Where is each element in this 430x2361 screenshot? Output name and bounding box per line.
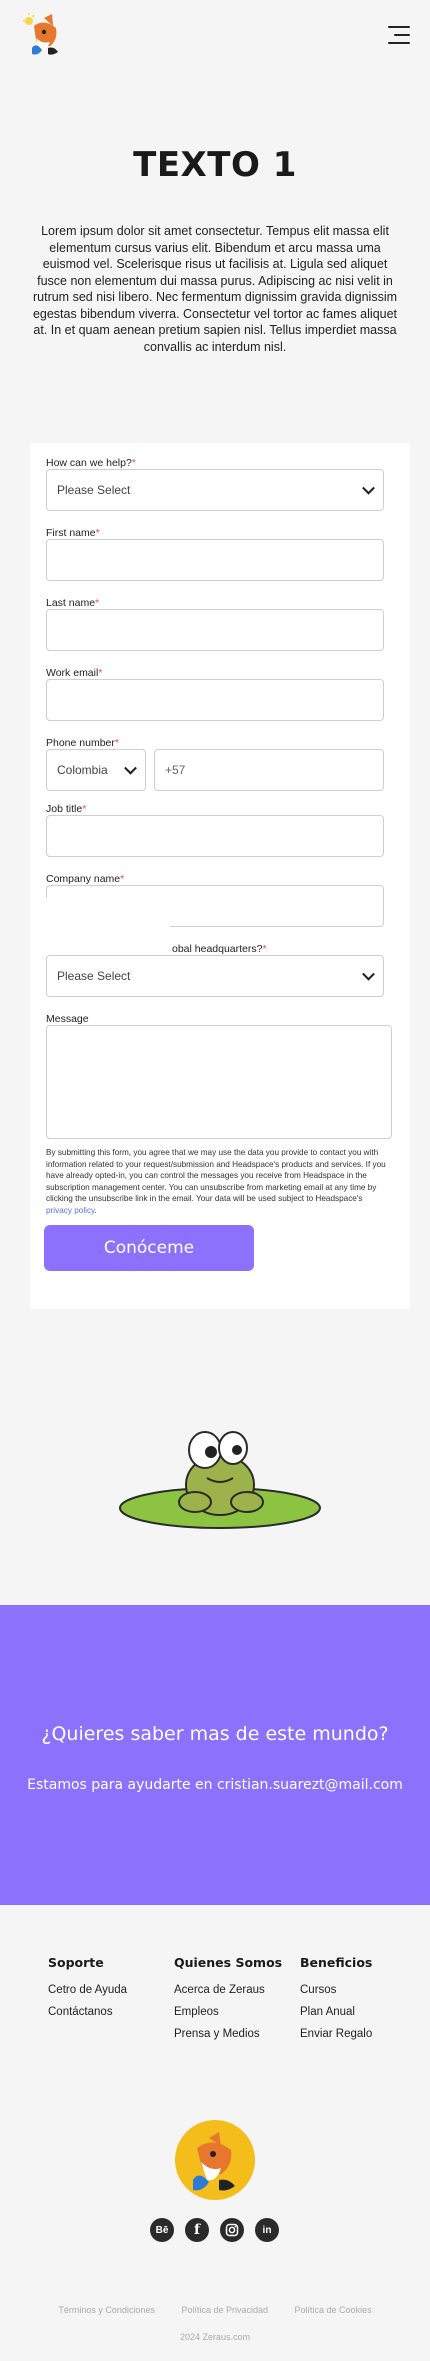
phone-prefix: +57 — [165, 763, 186, 777]
footer-link[interactable]: Enviar Regalo — [300, 2028, 372, 2040]
privacy-policy-link[interactable]: privacy policy — [46, 1206, 95, 1215]
social-links: Bē f in — [150, 2218, 280, 2242]
work-email-field[interactable] — [46, 679, 384, 721]
first-name-label: First name* — [46, 527, 100, 539]
hero-paragraph: Lorem ipsum dolor sit amet consectetur. … — [32, 224, 398, 354]
message-label: Message — [46, 1013, 89, 1025]
legal-links: Términos y Condiciones Política de Priva… — [0, 2305, 430, 2315]
hero-section: TEXTO 1 Lorem ipsum dolor sit amet conse… — [0, 145, 430, 355]
footer-col-soporte: Soporte Cetro de Ayuda Contáctanos — [48, 1955, 127, 2028]
help-select[interactable]: Please Select — [46, 469, 384, 511]
country-select-value: Colombia — [57, 763, 108, 777]
work-email-label: Work email* — [46, 667, 103, 679]
country-select[interactable]: Colombia — [46, 749, 146, 791]
fox-logo-icon[interactable] — [22, 12, 66, 58]
legal-notice: By submitting this form, you agree that … — [46, 1148, 386, 1215]
cookies-link[interactable]: Política de Cookies — [295, 2305, 372, 2315]
last-name-label: Last name* — [46, 597, 100, 609]
help-label: How can we help?* — [46, 457, 136, 469]
footer-link[interactable]: Empleos — [174, 2006, 282, 2018]
site-header — [0, 0, 430, 70]
frog-illustration-icon — [119, 1431, 321, 1529]
fox-badge-icon — [175, 2120, 255, 2200]
facebook-icon[interactable]: f — [185, 2218, 209, 2242]
hero-title: TEXTO 1 — [133, 145, 297, 185]
terms-link[interactable]: Términos y Condiciones — [58, 2305, 155, 2315]
linkedin-icon[interactable]: in — [255, 2218, 279, 2242]
submit-button[interactable]: Conóceme — [44, 1225, 254, 1271]
footer-link[interactable]: Contáctanos — [48, 2006, 127, 2018]
footer-link[interactable]: Cursos — [300, 1984, 372, 1996]
cta-section: ¿Quieres saber mas de este mundo? Estamo… — [0, 1605, 430, 1905]
help-select-value: Please Select — [57, 483, 131, 497]
overlay-mask — [30, 898, 170, 946]
instagram-icon[interactable] — [220, 2218, 244, 2242]
cta-contact[interactable]: Estamos para ayudarte en cristian.suarez… — [0, 1777, 430, 1793]
message-textarea[interactable] — [46, 1025, 392, 1139]
cta-title: ¿Quieres saber mas de este mundo? — [41, 1723, 389, 1745]
phone-label: Phone number* — [46, 737, 119, 749]
behance-icon[interactable]: Bē — [150, 2218, 174, 2242]
footer-link[interactable]: Acerca de Zeraus — [174, 1984, 282, 1996]
privacy-link[interactable]: Política de Privacidad — [181, 2305, 268, 2315]
hq-select-value: Please Select — [57, 969, 131, 983]
contact-form: How can we help?* Please Select First na… — [30, 443, 410, 1309]
chevron-down-icon — [124, 761, 137, 775]
job-title-label: Job title* — [46, 803, 87, 815]
footer-link[interactable]: Cetro de Ayuda — [48, 1984, 127, 1996]
hq-select[interactable]: Please Select — [46, 955, 384, 997]
footer-heading: Quienes Somos — [174, 1955, 283, 1970]
chevron-down-icon — [362, 481, 375, 495]
footer-heading: Soporte — [48, 1955, 104, 1970]
copyright: 2024 Zeraus.com — [179, 2332, 251, 2342]
last-name-field[interactable] — [46, 609, 384, 651]
menu-icon[interactable] — [388, 26, 410, 44]
first-name-field[interactable] — [46, 539, 384, 581]
footer-col-beneficios: Beneficios Cursos Plan Anual Enviar Rega… — [300, 1955, 372, 2050]
phone-field[interactable]: +57 — [154, 749, 384, 791]
footer-link[interactable]: Prensa y Medios — [174, 2028, 282, 2040]
footer-heading: Beneficios — [300, 1955, 373, 1970]
chevron-down-icon — [362, 967, 375, 981]
company-label: Company name* — [46, 873, 125, 885]
footer-col-quienes-somos: Quienes Somos Acerca de Zeraus Empleos P… — [174, 1955, 282, 2050]
hq-label: obal headquarters?* — [172, 943, 267, 955]
footer-link[interactable]: Plan Anual — [300, 2006, 372, 2018]
job-title-field[interactable] — [46, 815, 384, 857]
